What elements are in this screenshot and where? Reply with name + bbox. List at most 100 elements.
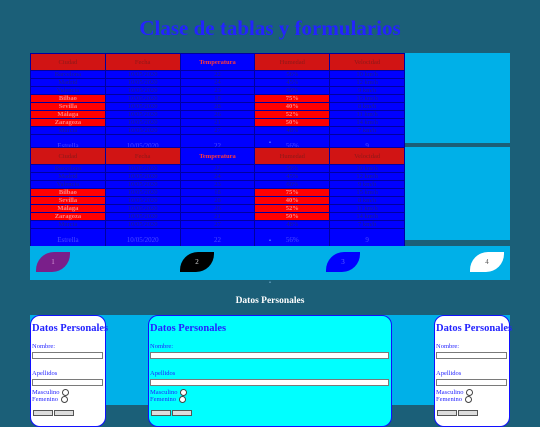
table-cell: 28 — [179, 102, 256, 111]
page-title: Clase de tablas y formularios — [139, 16, 401, 40]
table-cell: 56% — [254, 164, 331, 173]
submit-button[interactable] — [151, 410, 171, 416]
table-cell: 45% — [254, 172, 331, 181]
male-radio[interactable] — [466, 389, 474, 396]
column-header: Fecha — [104, 53, 181, 71]
table-cell: 7 km/h — [329, 220, 405, 229]
weather-table-2: Ciudad Fecha Temperatura Humedad Velocidad Ba… — [30, 147, 405, 252]
table-cell: 26 — [179, 110, 256, 119]
surname-label: Apellidos — [32, 370, 58, 377]
table-cell: 28 — [179, 196, 256, 205]
reset-button[interactable] — [458, 410, 478, 416]
table-cell: 10/05/2020 — [104, 172, 181, 181]
table-cell: Zaragoza — [30, 118, 106, 127]
table-cell: Murcia — [30, 220, 106, 229]
surname-input[interactable] — [32, 379, 103, 386]
male-radio[interactable] — [62, 389, 70, 396]
female-radio[interactable] — [465, 396, 472, 403]
table-cell: Murcia — [30, 126, 106, 135]
form-heading: Datos Personales — [150, 323, 227, 334]
female-label: Femenino — [436, 396, 462, 403]
leaf-shape-1: 1 — [36, 252, 70, 272]
table-cell: Bilbao — [30, 94, 106, 103]
table-cell: 60% — [254, 86, 331, 95]
surname-label: Apellidos — [436, 370, 462, 377]
table-cell: 27 — [179, 220, 256, 229]
form-heading: Datos Personales — [436, 323, 513, 334]
personal-data-form-3: Datos Personales Nombre: Apellidos Mascu… — [434, 315, 513, 427]
table-cell: 8 km/h — [329, 102, 405, 111]
name-label: Nombre: — [32, 343, 56, 350]
name-input[interactable] — [150, 352, 389, 359]
table-cell: 21 — [179, 212, 256, 221]
form-buttons — [437, 403, 509, 421]
table-cell: 21 — [179, 118, 256, 127]
section-title: Datos Personales — [235, 296, 305, 306]
column-header: Humedad — [254, 147, 331, 165]
table-cell: 10/05/2020 — [104, 94, 181, 103]
table-cell: 52% — [254, 204, 331, 213]
table-cell: 75% — [254, 94, 331, 103]
table-cell: 48% — [254, 220, 331, 229]
column-header: Temperatura — [179, 53, 256, 71]
table-cell: 7 km/h — [329, 126, 405, 135]
table-cell: 9 km/h — [329, 180, 405, 189]
table-row: Sevilla 10/05/2020 28 40% 8 km/h — [30, 196, 405, 205]
surname-label: Apellidos — [150, 370, 176, 377]
table-row: Valencia 10/05/2020 23 60% 9 km/h — [30, 180, 405, 189]
table-cell: Sevilla — [30, 102, 106, 111]
female-label: Femenino — [150, 396, 176, 403]
table-cell: 9 km/h — [329, 86, 405, 95]
table-cell: 24 — [179, 78, 256, 87]
leaf-label: 2 — [195, 258, 199, 266]
table-cell: 10/05/2020 — [104, 126, 181, 135]
male-option: Masculino — [150, 389, 391, 396]
table-row: Barcelona 10/05/2020 22 56% 10 km/h — [30, 164, 405, 173]
table-row: Bilbao 10/05/2020 18 75% 15 km/h — [30, 188, 405, 197]
table-cell: 60% — [254, 180, 331, 189]
form-buttons — [33, 403, 105, 421]
female-radio[interactable] — [179, 396, 186, 403]
male-label: Masculino — [150, 389, 178, 396]
table-cell: 22 — [179, 70, 256, 79]
table-cell: Málaga — [30, 204, 106, 213]
leaf-label: 1 — [51, 258, 55, 266]
table-cell: 12 km/h — [329, 78, 405, 87]
separator: • — [269, 141, 271, 146]
table-row: Zaragoza 10/05/2020 21 50% 14 km/h — [30, 118, 405, 127]
column-header: Velocidad — [329, 53, 405, 71]
table-cell: 18 — [179, 94, 256, 103]
submit-button[interactable] — [33, 410, 53, 416]
table-cell: Bilbao — [30, 188, 106, 197]
male-option: Masculino — [32, 389, 105, 396]
table-row: Málaga 10/05/2020 26 52% 11 km/h — [30, 204, 405, 213]
table-cell: 22 — [179, 164, 256, 173]
table-cell: 14 km/h — [329, 118, 405, 127]
table-row: Sevilla 10/05/2020 28 40% 8 km/h — [30, 102, 405, 111]
table-cell: 10/05/2020 — [104, 204, 181, 213]
male-option: Masculino — [436, 389, 509, 396]
submit-button[interactable] — [437, 410, 457, 416]
table-cell: 50% — [254, 118, 331, 127]
reset-button[interactable] — [54, 410, 74, 416]
table-cell: 10 km/h — [329, 70, 405, 79]
surname-input[interactable] — [150, 379, 389, 386]
table-cell: 18 — [179, 188, 256, 197]
table-cell: 10/05/2020 — [104, 110, 181, 119]
table-cell: Madrid — [30, 172, 106, 181]
shape-band: 1 2 3 4 — [30, 246, 510, 280]
table-header-row: Ciudad Fecha Temperatura Humedad Velocidad — [30, 53, 405, 71]
female-radio[interactable] — [61, 396, 68, 403]
name-input[interactable] — [32, 352, 103, 359]
table-cell: 40% — [254, 196, 331, 205]
surname-input[interactable] — [436, 379, 507, 386]
male-radio[interactable] — [180, 389, 188, 396]
table-row: Bilbao 10/05/2020 18 75% 15 km/h — [30, 94, 405, 103]
reset-button[interactable] — [172, 410, 192, 416]
table-cell: Madrid — [30, 78, 106, 87]
female-option: Femenino — [436, 396, 509, 403]
female-label: Femenino — [32, 396, 58, 403]
table-cell: Valencia — [30, 180, 106, 189]
name-input[interactable] — [436, 352, 507, 359]
female-option: Femenino — [150, 396, 391, 403]
